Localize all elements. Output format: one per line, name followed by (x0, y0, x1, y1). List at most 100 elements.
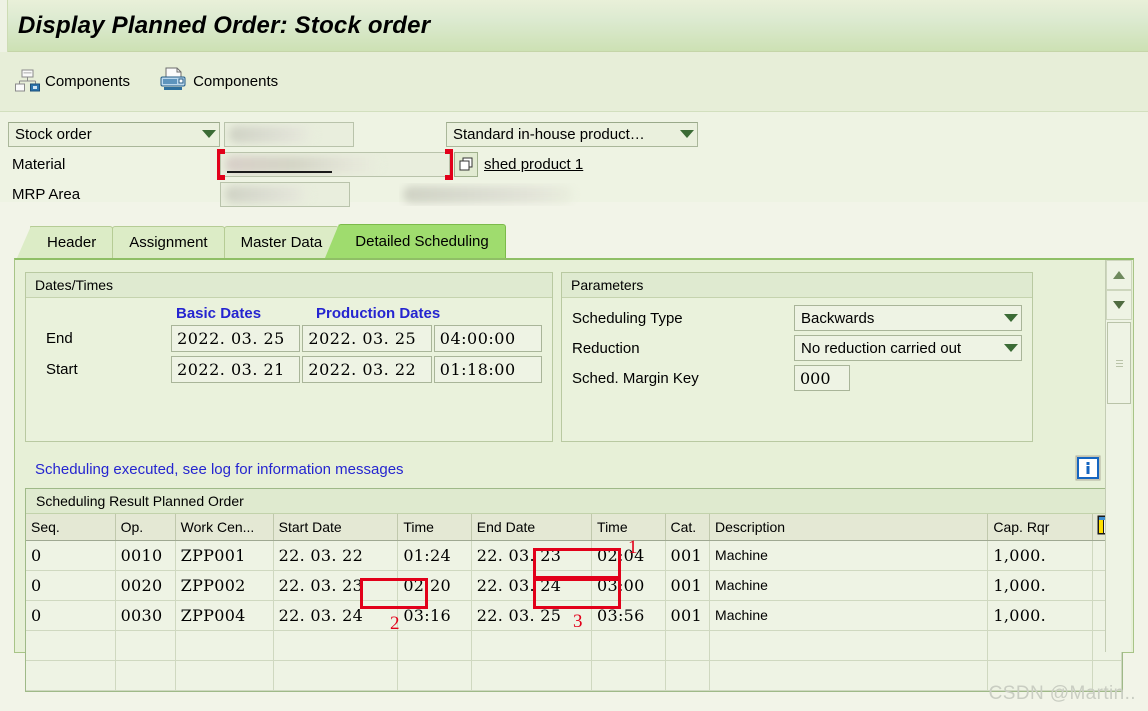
production-dates-header: Production Dates (316, 305, 441, 322)
end-label: End (46, 330, 73, 347)
tab-assignment-label: Assignment (129, 234, 208, 251)
cell-work-center: ZPP001 (175, 540, 274, 571)
chevron-down-icon (1004, 344, 1018, 352)
margin-key-row: Sched. Margin Key 000 (572, 365, 1022, 391)
chevron-down-icon (202, 130, 216, 138)
col-op[interactable]: Op. (115, 514, 176, 541)
tab-assignment[interactable]: Assignment (112, 226, 225, 258)
start-production-time[interactable]: 01:18:00 (433, 356, 542, 383)
material-description: shed product 1 (484, 155, 584, 173)
annotation-number-3: 3 (573, 611, 583, 632)
start-label: Start (46, 361, 78, 378)
table-row[interactable]: 0 0020 ZPP002 22. 03. 23 02:20 22. 03. 2… (26, 570, 1122, 601)
cell-empty (665, 660, 711, 691)
basic-dates-header: Basic Dates (176, 305, 262, 322)
cell-end-date: 22. 03. 24 (471, 570, 593, 601)
cell-op: 0020 (115, 570, 176, 601)
end-production-time[interactable]: 04:00:00 (433, 325, 542, 352)
cell-cap-rqr: 1,000. (987, 540, 1093, 571)
table-row-empty[interactable] (26, 630, 1122, 661)
dates-times-group: Dates/Times Basic Dates Production Dates… (25, 272, 553, 442)
cell-cap-rqr: 1,000. (987, 600, 1093, 631)
scroll-up-button[interactable] (1106, 260, 1132, 290)
printer-icon (158, 67, 188, 96)
window-title-bar: Display Planned Order: Stock order (0, 0, 1148, 52)
scroll-down-button[interactable] (1106, 290, 1132, 320)
chevron-down-icon (1004, 314, 1018, 322)
page-title: Display Planned Order: Stock order (18, 11, 431, 39)
status-message-row: Scheduling executed, see log for informa… (25, 455, 1123, 484)
components-print-button[interactable]: Components (158, 67, 278, 96)
margin-key-input[interactable]: 000 (794, 365, 850, 391)
cell-start-time: 01:24 (397, 540, 472, 571)
info-icon[interactable] (1075, 455, 1101, 484)
cell-cat: 001 (665, 570, 711, 601)
cell-cap-rqr: 1,000. (987, 570, 1093, 601)
mrp-area-row: MRP Area (8, 180, 1148, 208)
order-type-row: Stock order Standard in-house product… (8, 120, 1148, 148)
cell-empty (115, 630, 176, 661)
cell-op: 0030 (115, 600, 176, 631)
col-start-time[interactable]: Time (397, 514, 472, 541)
start-production-date[interactable]: 2022. 03. 22 (302, 356, 432, 383)
cell-start-date: 22. 03. 22 (273, 540, 399, 571)
scheduling-type-dropdown[interactable]: Backwards (794, 305, 1022, 331)
col-start-date[interactable]: Start Date (273, 514, 399, 541)
mrp-area-description (398, 182, 648, 207)
annotation-number-1: 1 (628, 537, 638, 558)
focus-corner-br (445, 174, 453, 180)
col-cat[interactable]: Cat. (665, 514, 711, 541)
start-basic-date[interactable]: 2022. 03. 21 (171, 356, 301, 383)
cell-empty (471, 660, 593, 691)
order-number-field[interactable] (224, 121, 354, 147)
material-input[interactable] (220, 151, 450, 177)
cell-empty (665, 630, 711, 661)
order-type-value: Stock order (15, 125, 92, 143)
components-hierarchy-label: Components (45, 73, 131, 90)
mrp-area-input[interactable] (220, 181, 350, 207)
focus-corner-tr (445, 148, 453, 154)
cell-cat: 001 (665, 540, 711, 571)
cell-seq: 0 (26, 570, 116, 601)
cell-work-center: ZPP002 (175, 570, 274, 601)
cell-cat: 001 (665, 600, 711, 631)
col-description[interactable]: Description (709, 514, 989, 541)
reduction-dropdown[interactable]: No reduction carried out (794, 335, 1022, 361)
order-type-dropdown[interactable]: Stock order (8, 121, 220, 147)
tab-master-data[interactable]: Master Data (223, 226, 340, 258)
cell-seq: 0 (26, 540, 116, 571)
cell-op: 0010 (115, 540, 176, 571)
col-cap-rqr[interactable]: Cap. Rqr (987, 514, 1093, 541)
table-row-empty[interactable] (26, 660, 1122, 691)
cell-empty (273, 660, 399, 691)
reduction-row: Reduction No reduction carried out (572, 335, 1022, 361)
cell-empty (591, 660, 666, 691)
col-seq[interactable]: Seq. (26, 514, 116, 541)
detailed-scheduling-panel: Dates/Times Basic Dates Production Dates… (14, 258, 1134, 692)
cell-empty (175, 660, 274, 691)
mrp-area-label: MRP Area (12, 185, 81, 203)
dates-row-start: Start 2022. 03. 21 2022. 03. 22 01:18:00 (36, 356, 542, 383)
production-type-dropdown[interactable]: Standard in-house product… (446, 121, 698, 147)
cell-start-date: 22. 03. 23 (273, 570, 399, 601)
cell-description: Machine (709, 600, 989, 631)
col-work-center[interactable]: Work Cen... (175, 514, 274, 541)
material-matchcode-button[interactable] (454, 151, 478, 177)
cell-start-time: 02:20 (397, 570, 472, 601)
tab-header[interactable]: Header (16, 226, 114, 258)
cell-empty (26, 630, 116, 661)
table-vertical-scrollbar[interactable] (1105, 260, 1132, 652)
tab-detailed-scheduling[interactable]: Detailed Scheduling (325, 224, 506, 258)
table-header-row: Seq. Op. Work Cen... Start Date Time End… (26, 514, 1122, 541)
scheduling-type-value: Backwards (801, 309, 875, 327)
end-basic-date[interactable]: 2022. 03. 25 (171, 325, 301, 352)
table-row[interactable]: 0 0010 ZPP001 22. 03. 22 01:24 22. 03. 2… (26, 540, 1122, 571)
end-production-date[interactable]: 2022. 03. 25 (302, 325, 432, 352)
cell-work-center: ZPP004 (175, 600, 274, 631)
components-hierarchy-button[interactable]: Components (14, 67, 130, 96)
chevron-down-icon (680, 130, 694, 138)
focus-corner-bl (217, 174, 225, 180)
col-end-date[interactable]: End Date (471, 514, 593, 541)
cell-empty (115, 660, 176, 691)
cell-empty (175, 630, 274, 661)
